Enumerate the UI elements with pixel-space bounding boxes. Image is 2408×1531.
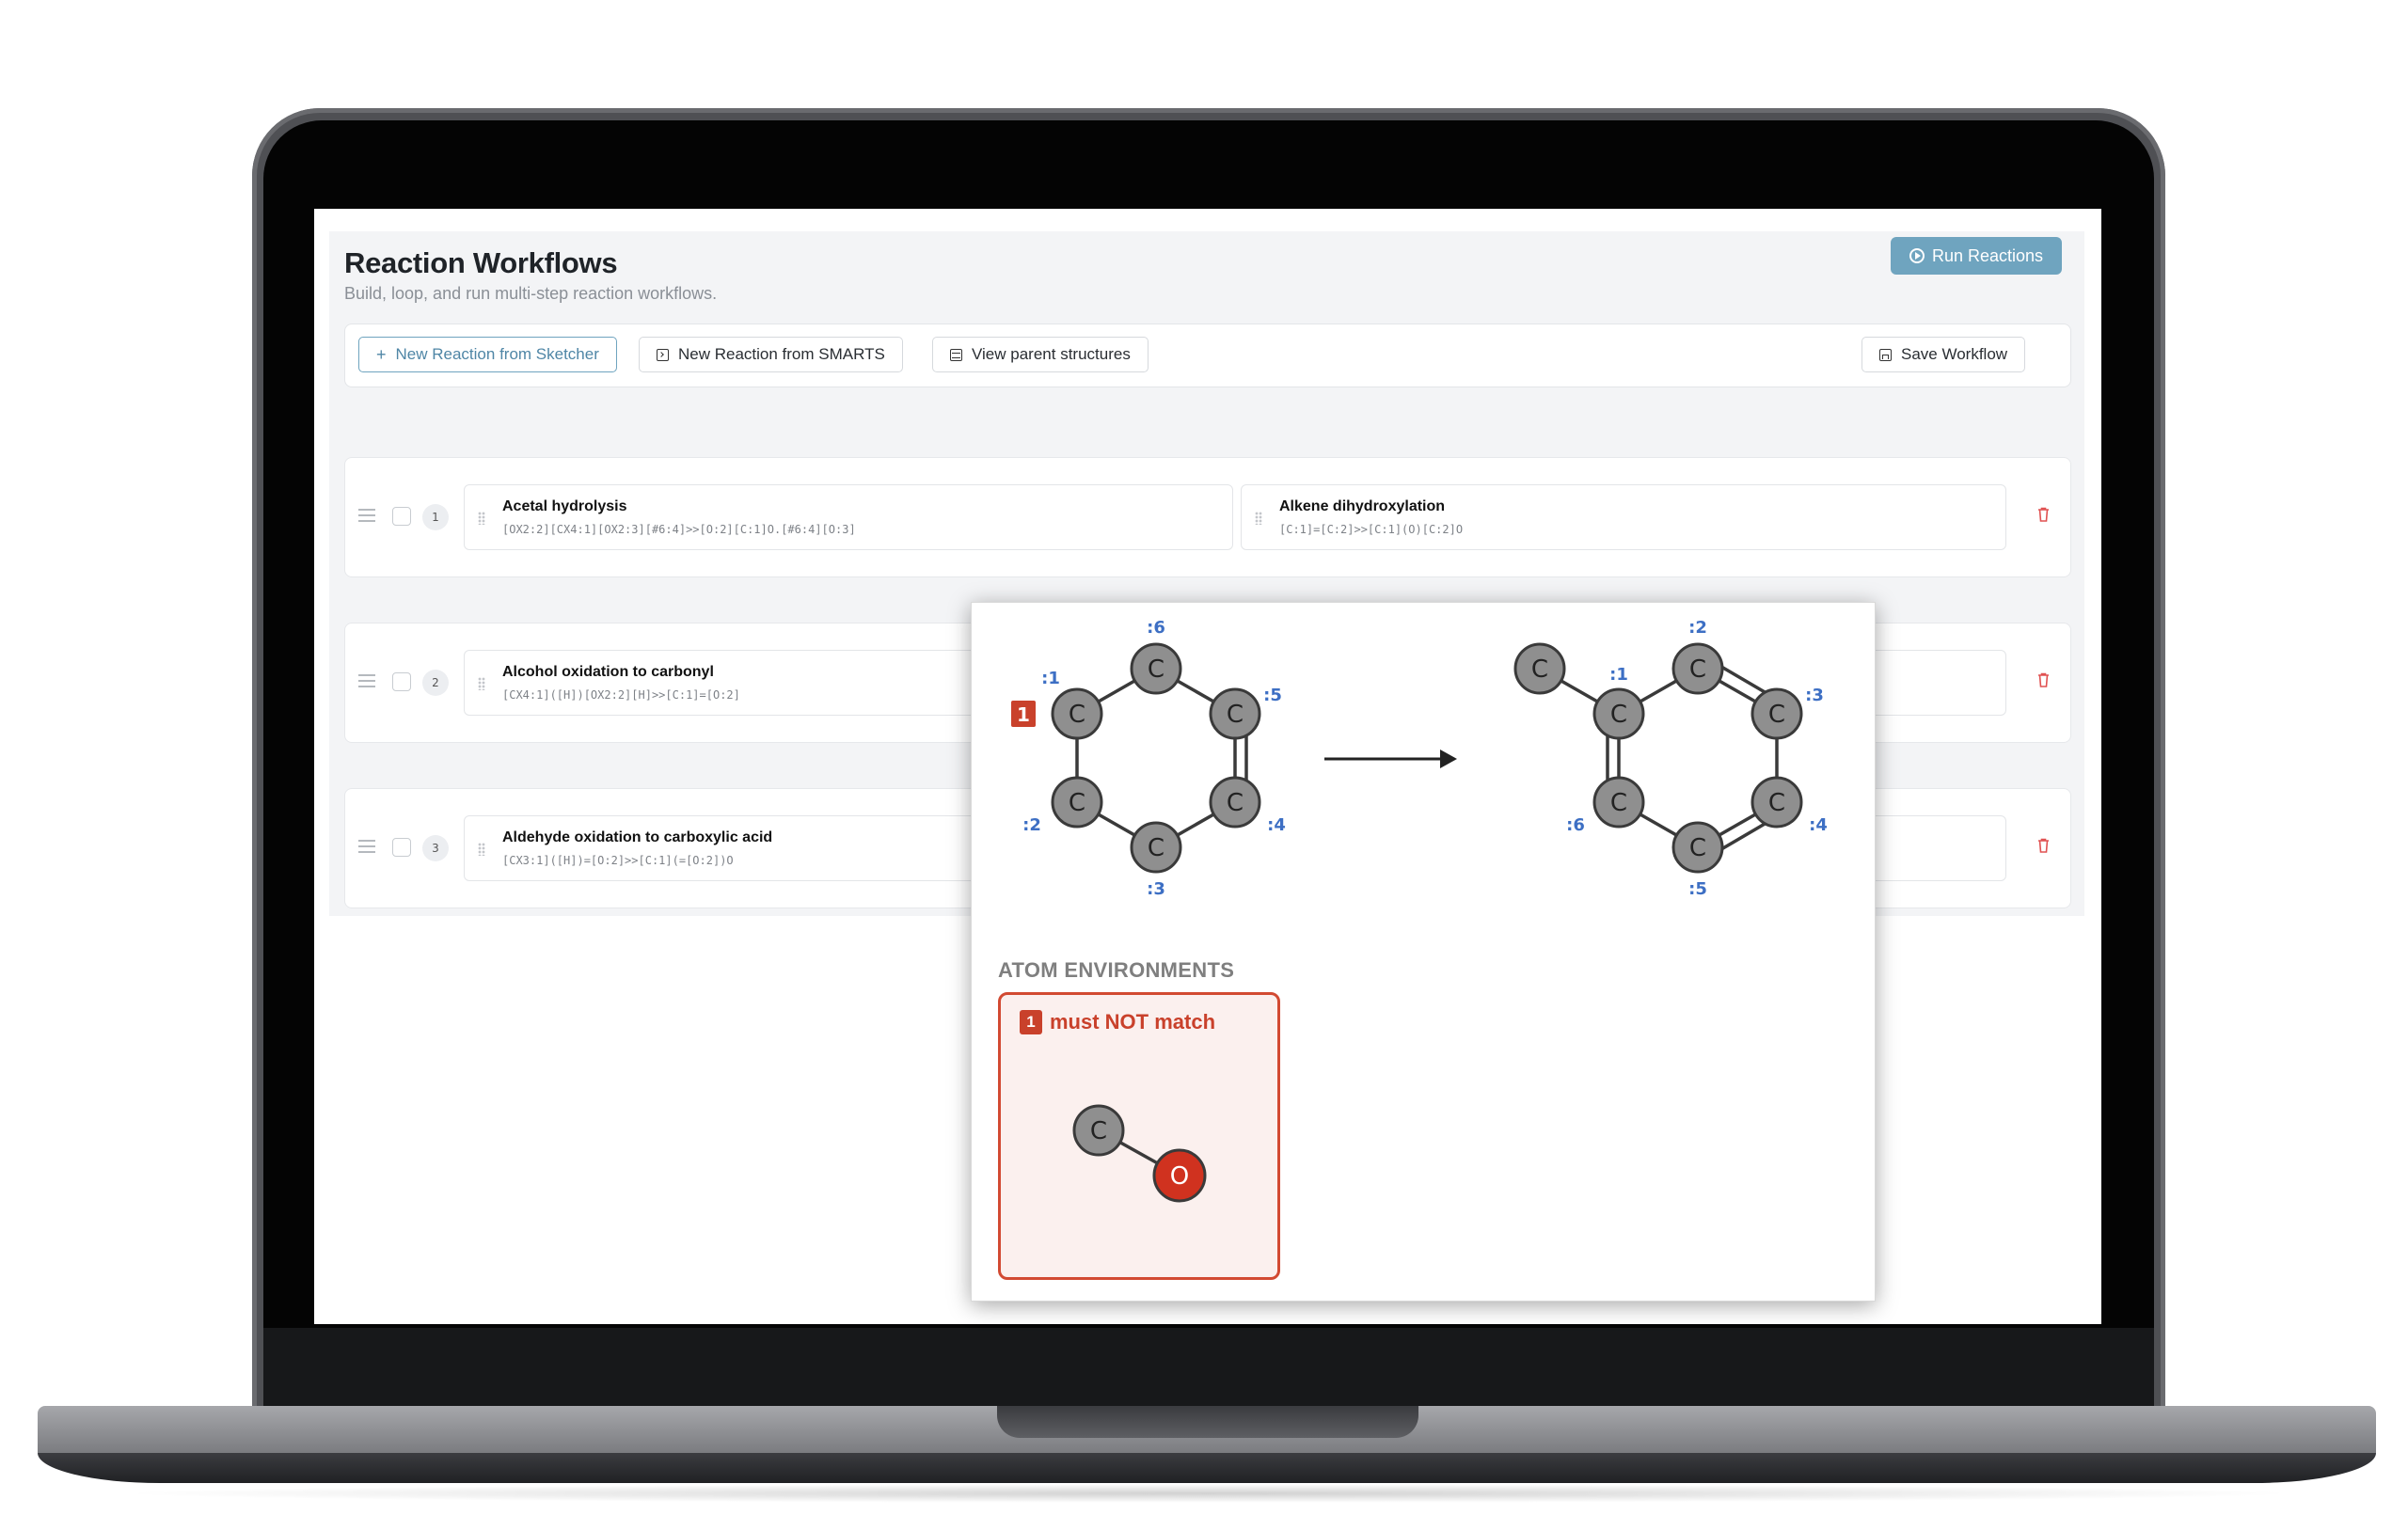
row-checkbox[interactable]	[392, 507, 411, 526]
reactant-atom: C	[1130, 821, 1182, 874]
view-parent-structures-button[interactable]: View parent structures	[932, 337, 1149, 372]
fragment-atom: C	[1072, 1104, 1125, 1157]
run-reactions-label: Run Reactions	[1931, 245, 2044, 265]
laptop-shadow	[113, 1484, 2305, 1503]
grip-icon[interactable]	[478, 512, 485, 525]
svg-text:C: C	[1689, 655, 1706, 684]
atom-map-label: :2	[1688, 618, 1707, 638]
list-icon	[950, 348, 962, 361]
reaction-smarts: [C:1]=[C:2]>>[C:1](O)[C:2]O	[1279, 523, 1464, 536]
laptop-opening-notch	[997, 1406, 1418, 1438]
atom-environment-card: 1 must NOT match C O	[998, 992, 1280, 1280]
save-workflow-button[interactable]: Save Workflow	[1861, 337, 2026, 372]
environment-marker-badge: 1	[1011, 701, 1036, 727]
svg-text:C: C	[1069, 701, 1085, 729]
laptop-bezel-chin	[263, 1328, 2154, 1418]
trash-icon[interactable]	[2037, 838, 2050, 853]
drag-handle-icon[interactable]	[358, 840, 375, 853]
environment-fragment: C O	[1072, 1104, 1207, 1203]
product-atom: C	[1751, 776, 1803, 829]
step-number: 3	[422, 835, 449, 861]
atom-map-label: :4	[1267, 815, 1286, 835]
new-reaction-sketcher-label: New Reaction from Sketcher	[395, 345, 599, 363]
step-number: 1	[422, 504, 449, 530]
row-checkbox[interactable]	[392, 672, 411, 691]
atom-map-label: :1	[1041, 669, 1060, 688]
svg-text:C: C	[1148, 834, 1164, 862]
step-number: 2	[422, 670, 449, 696]
new-reaction-sketcher-button[interactable]: + New Reaction from Sketcher	[358, 337, 617, 372]
code-icon	[657, 348, 669, 361]
svg-text:1: 1	[1017, 703, 1030, 726]
row-checkbox[interactable]	[392, 838, 411, 857]
atom-map-label: :3	[1805, 686, 1824, 705]
reaction-smarts: [CX3:1]([H])=[O:2]>>[C:1](=[O:2])O	[502, 854, 734, 867]
toolbar: + New Reaction from Sketcher New Reactio…	[344, 324, 2071, 387]
grip-icon[interactable]	[1255, 512, 1262, 525]
atom-map-label: :2	[1022, 815, 1041, 835]
svg-text:O: O	[1170, 1162, 1189, 1191]
svg-text:C: C	[1768, 701, 1785, 729]
product-atom: C	[1671, 821, 1724, 874]
atom-environments-heading: ATOM ENVIRONMENTS	[998, 958, 1235, 982]
svg-text:C: C	[1531, 655, 1548, 684]
plus-icon: +	[376, 344, 387, 364]
svg-text:C: C	[1227, 701, 1244, 729]
reaction-smarts: [CX4:1]([H])[OX2:2][H]>>[C:1]=[O:2]	[502, 688, 740, 702]
reactant-atom: C	[1209, 776, 1261, 829]
reactant-atom: C	[1209, 687, 1261, 740]
atom-map-label: :3	[1147, 879, 1165, 899]
reaction-name: Alkene dihydroxylation	[1279, 498, 1446, 514]
svg-text:C: C	[1069, 789, 1085, 817]
svg-text:C: C	[1090, 1117, 1107, 1145]
reaction-depiction: C C C C C C :6 :1 :5 :2 :4 :3 1 C C C C …	[1011, 618, 1828, 899]
new-reaction-smarts-label: New Reaction from SMARTS	[678, 345, 885, 363]
svg-text:C: C	[1610, 701, 1627, 729]
atom-map-label: :1	[1609, 665, 1628, 685]
atom-map-label: :5	[1688, 879, 1707, 899]
atom-map-label: :4	[1809, 815, 1828, 835]
product-atom: C	[1671, 642, 1724, 695]
grip-icon[interactable]	[478, 843, 485, 856]
reaction-card[interactable]: Alkene dihydroxylation [C:1]=[C:2]>>[C:1…	[1241, 484, 2006, 550]
view-parent-structures-label: View parent structures	[972, 345, 1131, 363]
new-reaction-smarts-button[interactable]: New Reaction from SMARTS	[639, 337, 903, 372]
play-icon	[1909, 248, 1925, 263]
atom-map-label: :6	[1147, 618, 1165, 638]
reaction-smarts: [OX2:2][CX4:1][OX2:3][#6:4]>>[O:2][C:1]O…	[502, 523, 856, 536]
reactant-atom: C	[1051, 776, 1103, 829]
run-reactions-button[interactable]: Run Reactions	[1891, 237, 2062, 275]
reaction-detail-popup: C C C C C C :6 :1 :5 :2 :4 :3 1 C C C C …	[971, 602, 1876, 1302]
product-atom: C	[1751, 687, 1803, 740]
reaction-card[interactable]: Acetal hydrolysis [OX2:2][CX4:1][OX2:3][…	[464, 484, 1233, 550]
save-icon	[1879, 348, 1892, 361]
workflow-row: 1 Acetal hydrolysis [OX2:2][CX4:1][OX2:3…	[344, 457, 2071, 577]
laptop-base-bottom	[38, 1453, 2376, 1483]
page-title: Reaction Workflows	[344, 246, 618, 279]
page-subtitle: Build, loop, and run multi-step reaction…	[344, 284, 718, 303]
atom-map-label: :6	[1566, 815, 1585, 835]
reaction-arrow-icon	[1324, 750, 1457, 768]
product-atom: C	[1592, 687, 1645, 740]
svg-text:C: C	[1768, 789, 1785, 817]
save-workflow-label: Save Workflow	[1901, 345, 2008, 363]
reaction-name: Aldehyde oxidation to carboxylic acid	[502, 829, 773, 845]
trash-icon[interactable]	[2037, 672, 2050, 687]
product-atom: C	[1592, 776, 1645, 829]
reaction-name: Acetal hydrolysis	[502, 498, 627, 514]
product-atom: C	[1513, 642, 1566, 695]
svg-text:C: C	[1689, 834, 1706, 862]
atom-map-label: :5	[1263, 686, 1282, 705]
drag-handle-icon[interactable]	[358, 674, 375, 687]
reactant-atom: C	[1130, 642, 1182, 695]
fragment-atom: O	[1152, 1148, 1207, 1203]
drag-handle-icon[interactable]	[358, 509, 375, 522]
trash-icon[interactable]	[2037, 507, 2050, 522]
svg-text:C: C	[1610, 789, 1627, 817]
svg-text:C: C	[1227, 789, 1244, 817]
reactant-atom: C	[1051, 687, 1103, 740]
grip-icon[interactable]	[478, 677, 485, 690]
svg-text:C: C	[1148, 655, 1164, 684]
reaction-name: Alcohol oxidation to carbonyl	[502, 664, 714, 680]
